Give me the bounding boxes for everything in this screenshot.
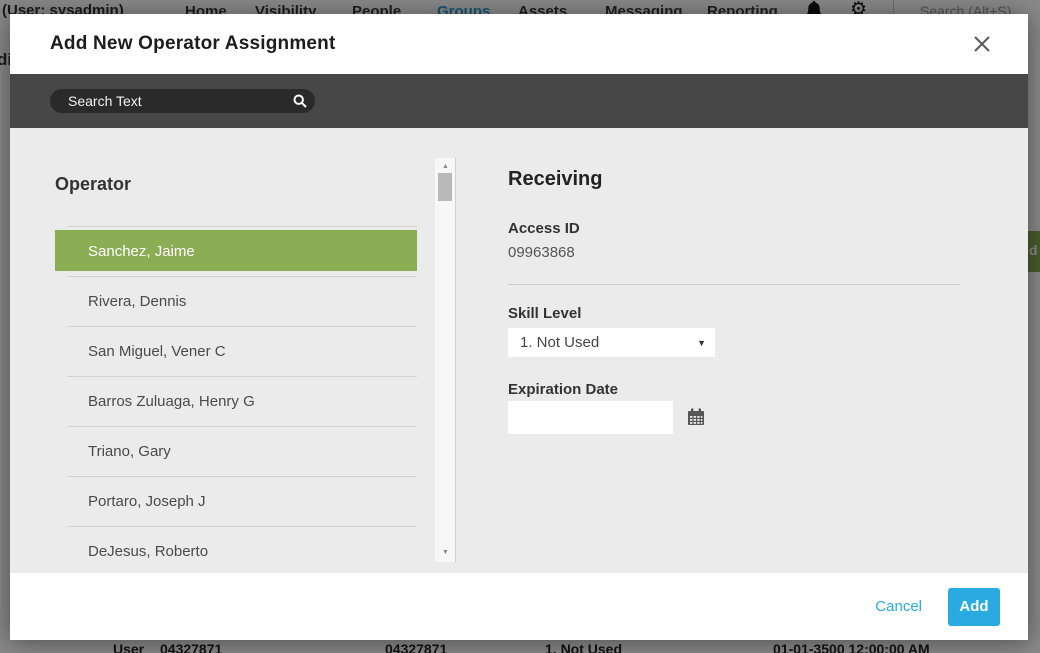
add-button[interactable]: Add [948,588,1000,626]
receiving-divider [508,284,960,285]
skill-level-selected-value: 1. Not Used [520,334,599,351]
receiving-heading: Receiving [508,168,602,191]
operator-panel-heading: Operator [55,174,131,195]
operator-name: DeJesus, Roberto [88,543,208,560]
close-button[interactable] [970,33,994,57]
scrollbar-thumb[interactable] [438,173,452,201]
operator-name: San Miguel, Vener C [88,343,226,360]
search-input[interactable] [50,93,285,109]
operator-list-item[interactable]: San Miguel, Vener C [55,326,417,376]
operator-name: Sanchez, Jaime [88,243,195,260]
operator-name: Triano, Gary [88,443,171,460]
scroll-down-icon[interactable]: ▼ [435,548,456,558]
dialog-body: Operator Sanchez, JaimeRivera, DennisSan… [10,128,1028,573]
operator-list-scrollbar[interactable]: ▲ ▼ [435,158,456,562]
calendar-icon[interactable] [687,408,705,426]
search-icon[interactable] [285,89,315,113]
dialog-footer: Cancel Add [10,573,1028,640]
dialog-titlebar: Add New Operator Assignment [10,14,1028,74]
operator-list-item[interactable]: Barros Zuluaga, Henry G [55,376,417,426]
expiration-date-input[interactable] [508,401,673,434]
access-id-value: 09963868 [508,244,575,261]
operator-name: Portaro, Joseph J [88,493,206,510]
dialog-title: Add New Operator Assignment [50,14,336,74]
cancel-button[interactable]: Cancel [875,598,922,615]
close-icon [971,43,993,58]
skill-level-select[interactable]: 1. Not Used ▼ [508,328,715,357]
operator-list-item[interactable]: Triano, Gary [55,426,417,476]
operator-list-item[interactable]: Rivera, Dennis [55,276,417,326]
operator-name: Rivera, Dennis [88,293,186,310]
access-id-label: Access ID [508,220,580,237]
operator-list-item[interactable]: DeJesus, Roberto [55,526,417,573]
operator-name: Barros Zuluaga, Henry G [88,393,255,410]
add-operator-assignment-dialog: Add New Operator Assignment Operator San… [10,14,1028,640]
scroll-up-icon[interactable]: ▲ [435,162,456,172]
skill-level-label: Skill Level [508,305,581,322]
operator-list-item[interactable]: Sanchez, Jaime [55,226,417,276]
search-pill [50,89,315,113]
dialog-search-bar [10,74,1028,128]
operator-list-item[interactable]: Portaro, Joseph J [55,476,417,526]
expiration-date-label: Expiration Date [508,381,618,398]
dropdown-caret-icon: ▼ [697,338,706,348]
operator-list: Sanchez, Jaime Rivera, Dennis San Miguel, … [55,226,417,573]
